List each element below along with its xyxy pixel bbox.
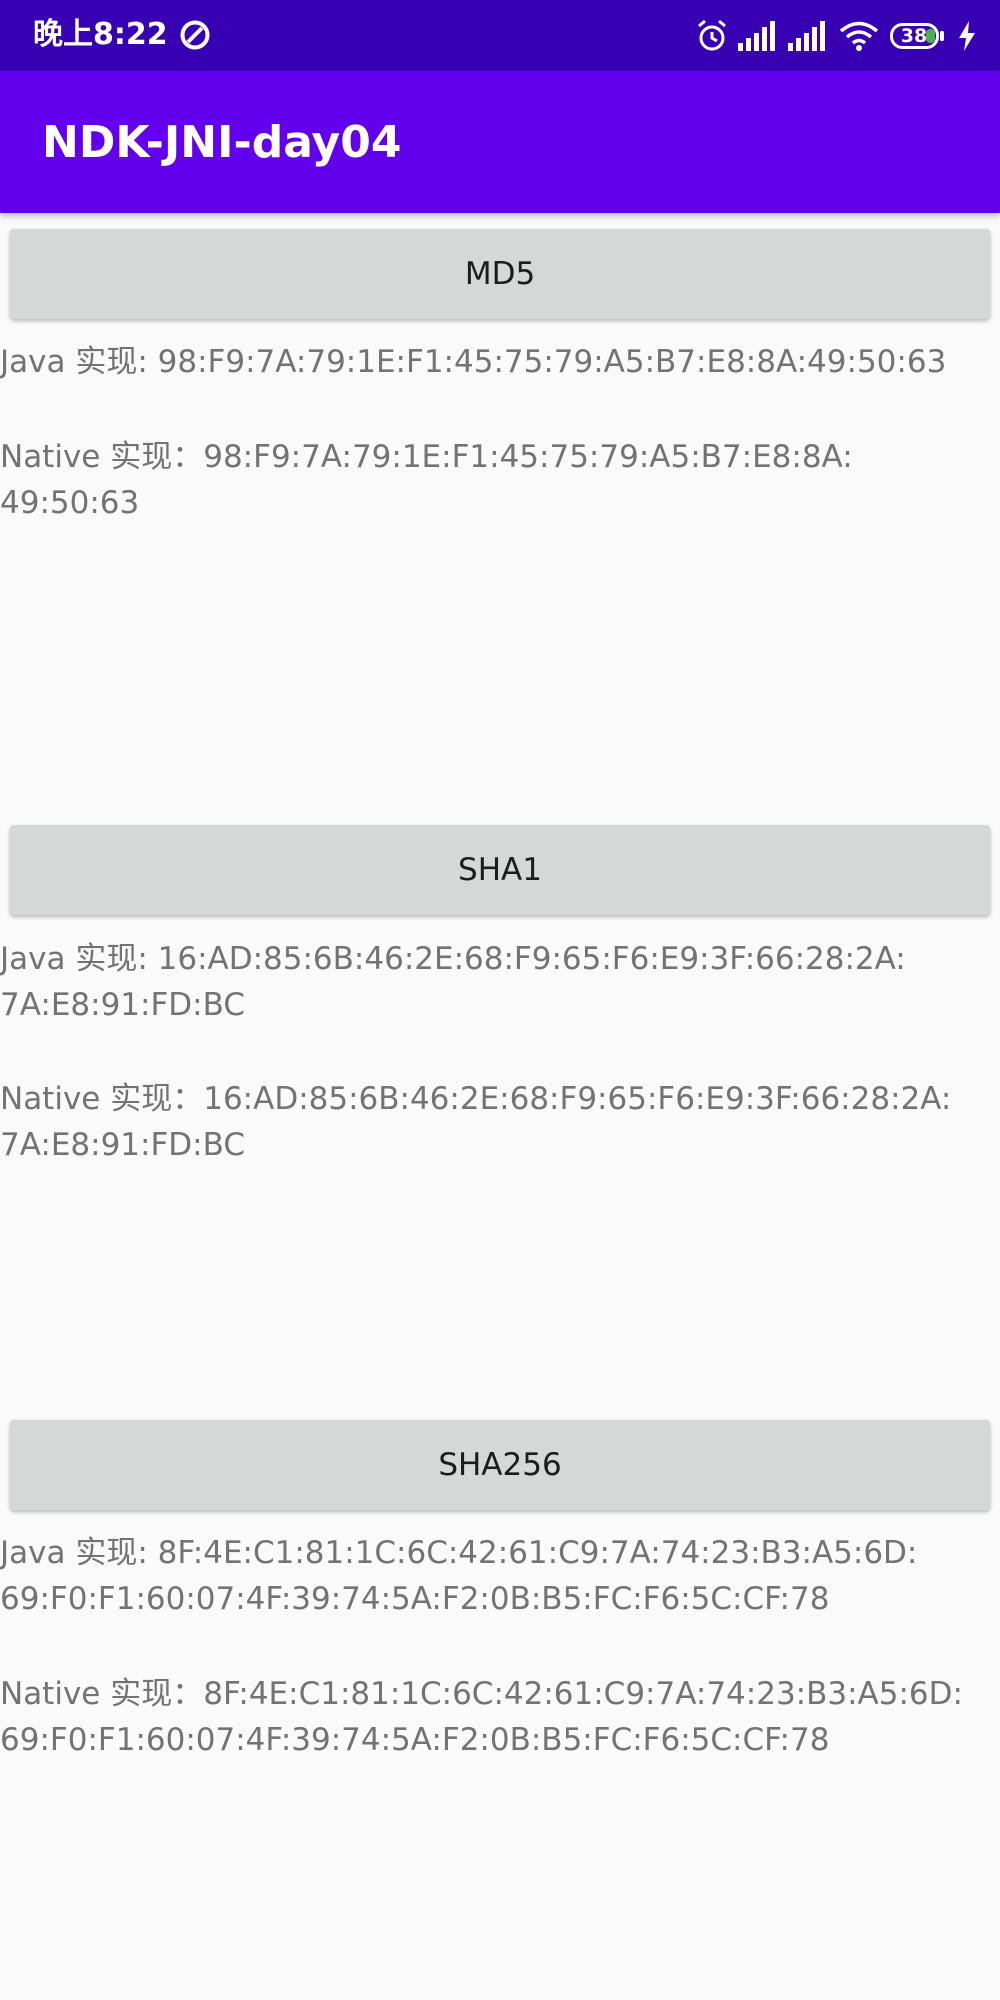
sha1-button[interactable]: SHA1 [10,825,990,915]
battery-level: 38 [900,25,928,47]
sha256-native-result: Native 实现：8F:4E:C1:81:1C:6C:42:61:C9:7A:… [0,1676,963,1758]
alarm-icon [698,19,726,51]
signal-icon [788,21,825,51]
sha256-java-result: Java 实现: 8F:4E:C1:81:1C:6C:42:61:C9:7A:7… [0,1535,918,1617]
md5-native-result: Native 实现：98:F9:7A:79:1E:F1:45:75:79:A5:… [0,439,853,521]
sha1-native-result: Native 实现：16:AD:85:6B:46:2E:68:F9:65:F6:… [0,1081,952,1163]
status-bar: 晚上8:22 38 [0,0,1000,71]
signal-icon [738,21,775,51]
sha256-button[interactable]: SHA256 [10,1420,990,1510]
md5-java-result: Java 实现: 98:F9:7A:79:1E:F1:45:75:79:A5:B… [0,344,947,380]
app-bar: NDK-JNI-day04 [0,71,1000,213]
app-title: NDK-JNI-day04 [42,117,402,168]
status-icons: 38 [696,16,976,56]
md5-button[interactable]: MD5 [10,229,990,319]
data-saver-icon [180,20,210,50]
battery-icon: 38 [890,23,948,49]
status-time: 晚上8:22 [33,17,168,52]
sha1-java-result: Java 实现: 16:AD:85:6B:46:2E:68:F9:65:F6:E… [0,941,906,1023]
wifi-icon [839,21,879,51]
charging-icon [959,21,975,51]
